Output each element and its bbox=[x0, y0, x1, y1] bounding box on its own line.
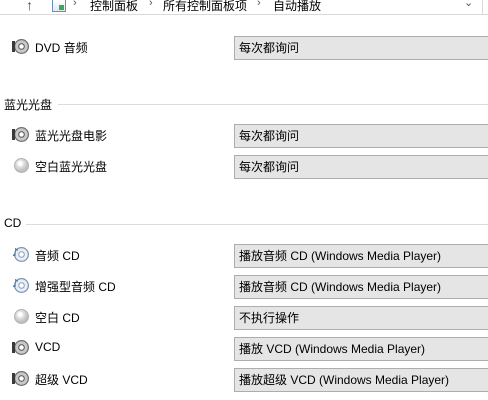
breadcrumb-all-items[interactable]: 所有控制面板项 bbox=[163, 0, 247, 14]
disc-icon bbox=[12, 39, 29, 54]
action-select[interactable]: 播放音频 CD (Windows Media Player) bbox=[234, 244, 488, 268]
breadcrumb-separator-icon: › bbox=[257, 0, 261, 9]
action-select[interactable]: 不执行操作 bbox=[234, 306, 488, 330]
refresh-button[interactable] bbox=[482, 0, 488, 14]
row-label: VCD bbox=[35, 340, 61, 354]
row-label: DVD 音频 bbox=[35, 41, 88, 55]
breadcrumb-control-panel[interactable]: 控制面板 bbox=[90, 0, 138, 14]
group-title-cd: CD bbox=[4, 216, 22, 230]
row-label: 音频 CD bbox=[35, 249, 80, 263]
autoplay-row-bluray-movie: 蓝光光盘电影 每次都询问 bbox=[0, 122, 488, 148]
action-select[interactable]: 每次都询问 bbox=[234, 124, 488, 148]
autoplay-row-enhanced-audio-cd: 增强型音频 CD 播放音频 CD (Windows Media Player) bbox=[0, 273, 488, 299]
action-select[interactable]: 播放音频 CD (Windows Media Player) bbox=[234, 275, 488, 299]
autoplay-row-dvd-audio: DVD 音频 每次都询问 bbox=[0, 34, 488, 60]
row-label: 蓝光光盘电影 bbox=[35, 129, 108, 143]
row-label: 增强型音频 CD bbox=[35, 280, 116, 294]
audio-cd-icon bbox=[12, 246, 29, 262]
action-select[interactable]: 每次都询问 bbox=[234, 36, 488, 60]
control-panel-icon bbox=[52, 0, 66, 12]
blank-disc-icon bbox=[14, 309, 29, 324]
action-select[interactable]: 每次都询问 bbox=[234, 155, 488, 179]
action-select[interactable]: 播放超级 VCD (Windows Media Player) bbox=[234, 368, 488, 392]
autoplay-row-svcd: 超级 VCD 播放超级 VCD (Windows Media Player) bbox=[0, 366, 488, 392]
group-divider bbox=[58, 104, 488, 105]
chevron-down-icon[interactable]: ⌄ bbox=[464, 0, 473, 9]
autoplay-row-blank-cd: 空白 CD 不执行操作 bbox=[0, 304, 488, 330]
autoplay-row-vcd: VCD 播放 VCD (Windows Media Player) bbox=[0, 335, 488, 361]
breadcrumb-autoplay[interactable]: 自动播放 bbox=[273, 0, 321, 14]
row-label: 空白 CD bbox=[35, 311, 80, 325]
group-divider bbox=[26, 224, 488, 225]
breadcrumb-separator-icon: › bbox=[73, 0, 77, 9]
action-select[interactable]: 播放 VCD (Windows Media Player) bbox=[234, 337, 488, 361]
group-title-bluray: 蓝光光盘 bbox=[4, 98, 53, 112]
blank-disc-icon bbox=[14, 158, 29, 173]
row-label: 超级 VCD bbox=[35, 373, 88, 387]
disc-icon bbox=[12, 127, 29, 142]
up-arrow-icon[interactable]: ↑ bbox=[26, 0, 33, 13]
audio-cd-icon bbox=[12, 277, 29, 293]
autoplay-row-audio-cd: 音频 CD 播放音频 CD (Windows Media Player) bbox=[0, 242, 488, 268]
address-bar: ↑ › 控制面板 › 所有控制面板项 › 自动播放 ⌄ bbox=[0, 0, 488, 15]
disc-icon bbox=[12, 371, 29, 386]
breadcrumb-separator-icon: › bbox=[149, 0, 153, 9]
autoplay-row-blank-bluray: 空白蓝光光盘 每次都询问 bbox=[0, 153, 488, 179]
disc-icon bbox=[12, 340, 29, 355]
row-label: 空白蓝光光盘 bbox=[35, 160, 108, 174]
